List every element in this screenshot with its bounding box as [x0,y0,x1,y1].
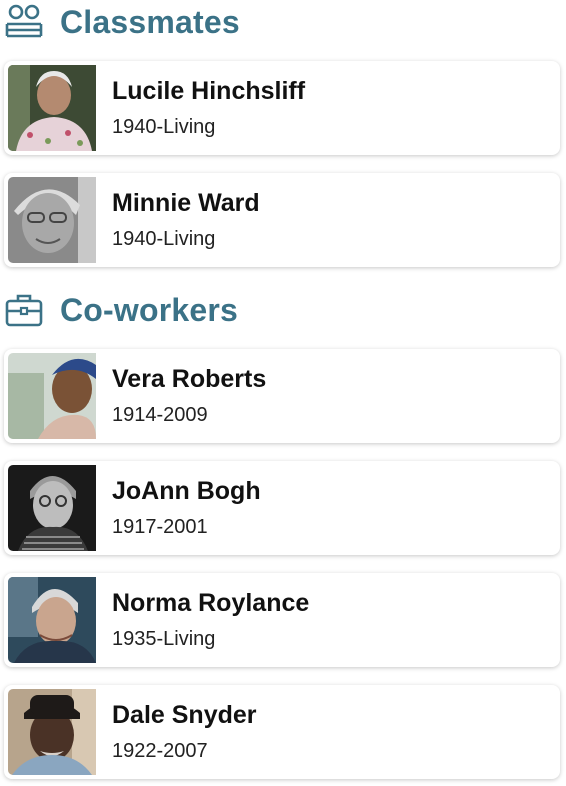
person-dates: 1940-Living [112,228,216,250]
person-name: Norma Roylance [112,589,310,617]
person-dates: 1940-Living [112,116,216,138]
person-card[interactable]: Vera Roberts 1914-2009 [4,349,560,443]
person-photo [8,465,96,551]
person-dates: 1917-2001 [112,516,208,538]
section-header-classmates: Classmates [4,0,240,44]
person-dates: 1922-2007 [112,740,208,762]
person-card[interactable]: Norma Roylance 1935-Living [4,573,560,667]
section-title: Co-workers [60,291,239,328]
person-card[interactable]: Minnie Ward 1940-Living [4,173,560,267]
person-card[interactable]: JoAnn Bogh 1917-2001 [4,461,560,555]
briefcase-icon [4,290,44,330]
person-dates: 1914-2009 [112,404,208,426]
person-card[interactable]: Lucile Hinchsliff 1940-Living [4,61,560,155]
section-title: Classmates [60,3,240,40]
person-photo [8,577,96,663]
person-name: Lucile Hinchsliff [112,77,306,105]
person-photo [8,353,96,439]
classmates-icon [4,2,44,42]
relatives-list: Classmates Lucile Hinchsliff 1940-Living [0,0,566,786]
person-photo [8,689,96,775]
person-card[interactable]: Dale Snyder 1922-2007 [4,685,560,779]
person-name: JoAnn Bogh [112,477,261,505]
person-name: Vera Roberts [112,365,267,393]
person-name: Dale Snyder [112,701,257,729]
section-header-co-workers: Co-workers [4,288,238,332]
person-name: Minnie Ward [112,189,260,217]
person-photo [8,177,96,263]
person-photo [8,65,96,151]
person-dates: 1935-Living [112,628,216,650]
